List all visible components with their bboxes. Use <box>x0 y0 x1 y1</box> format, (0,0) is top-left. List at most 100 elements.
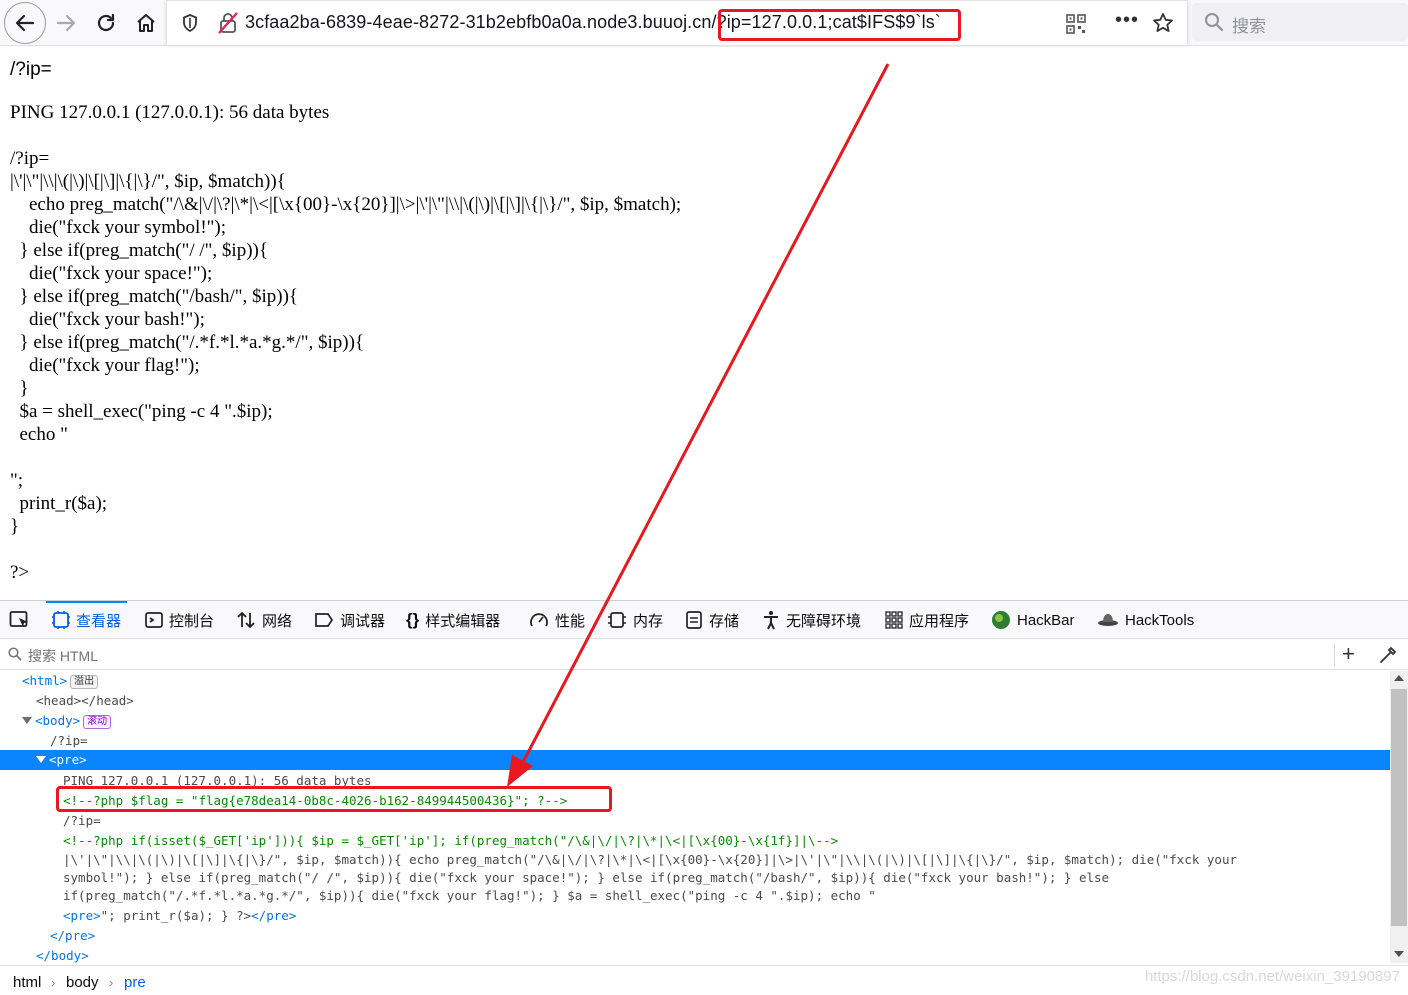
node-text-ip[interactable]: /?ip= <box>50 731 88 751</box>
node-code-line-1[interactable]: |\'|\"|\\|\(|\)|\[|\]|\{|\}/", $ip, $mat… <box>63 851 1237 869</box>
node-html[interactable]: <html> 溢出 <box>22 671 99 691</box>
add-node-button[interactable]: + <box>1342 641 1355 667</box>
markup-view: <html> 溢出 <head></head> <body> 滚动 /?ip= <p… <box>0 671 1390 963</box>
tab-memory-label: 内存 <box>633 612 664 630</box>
hackbar-icon <box>992 611 1010 629</box>
inner-pre-close-tag: </pre> <box>251 908 297 923</box>
arrow-left-icon <box>15 14 35 32</box>
tab-hacktools-label: HackTools <box>1125 611 1195 629</box>
pre-line: } else if(preg_match("/ /", $ip)){ <box>10 240 268 261</box>
url-highlight-box <box>718 9 961 41</box>
node-text-ip2[interactable]: /?ip= <box>63 811 101 831</box>
node-code-line-3[interactable]: if(preg_match("/.*f.*l.*a.*g.*/", $ip)){… <box>63 887 876 905</box>
insecure-lock-icon[interactable] <box>217 11 239 35</box>
reload-button[interactable] <box>86 3 126 43</box>
search-icon <box>8 647 22 661</box>
html-search-input[interactable]: 搜索 HTML <box>28 646 98 666</box>
pre-line: echo " <box>10 424 68 445</box>
text-node: if(preg_match("/.*f.*l.*a.*g.*/", $ip)){… <box>63 888 876 903</box>
hacktools-icon <box>1098 614 1118 626</box>
pre-line: } else if(preg_match("/.*f.*l.*a.*g.*/",… <box>10 332 365 353</box>
body-open-tag: <body> <box>35 713 81 728</box>
tab-style-editor-label: 样式编辑器 <box>425 612 501 630</box>
reload-icon <box>97 13 115 32</box>
pre-line: die("fxck your bash!"); <box>10 309 205 330</box>
home-button[interactable] <box>126 3 166 43</box>
inspector-icon <box>52 611 70 629</box>
scroll-badge[interactable]: 滚动 <box>83 715 112 729</box>
flag-highlight-box <box>56 786 612 812</box>
pre-line: /?ip= <box>10 148 50 169</box>
expand-arrow-icon[interactable] <box>36 756 46 763</box>
text-node: symbol!"); } else if(preg_match("/ /", $… <box>63 870 1110 885</box>
page-first-line: /?ip= <box>10 59 52 80</box>
debugger-icon <box>315 613 334 627</box>
scrollbar-thumb[interactable] <box>1391 689 1407 926</box>
url-bar[interactable]: 3cfaa2ba-6839-4eae-8272-31b2ebfb0a0a.nod… <box>166 0 1188 46</box>
network-icon <box>237 611 255 629</box>
breadcrumb-pre[interactable]: pre <box>124 974 146 991</box>
performance-icon <box>530 613 548 627</box>
node-pre-selected[interactable]: <pre> <box>0 750 1390 770</box>
page-content: /?ip= PING 127.0.0.1 (127.0.0.1): 56 dat… <box>0 47 1408 600</box>
inner-pre-open-tag: <pre> <box>63 908 101 923</box>
tab-hackbar[interactable]: HackBar <box>991 601 1075 639</box>
html-search-bar: 搜索 HTML + <box>0 640 1408 670</box>
element-picker-button[interactable] <box>9 601 31 639</box>
bookmark-star-icon[interactable] <box>1152 12 1174 34</box>
pre-line: "; <box>10 470 24 491</box>
tab-performance-label: 性能 <box>555 612 586 630</box>
tracking-shield-icon[interactable] <box>181 13 199 33</box>
node-code-line-2[interactable]: symbol!"); } else if(preg_match("/ /", $… <box>63 869 1109 887</box>
node-head[interactable]: <head></head> <box>36 691 134 711</box>
head-tag: <head></head> <box>36 693 134 708</box>
pre-line: die("fxck your symbol!"); <box>10 217 227 238</box>
text-node: "; print_r($a); } ?> <box>100 908 252 923</box>
tab-console-label: 控制台 <box>169 612 215 630</box>
plus-icon: + <box>1342 641 1355 666</box>
chevron-right-icon: › <box>51 975 56 990</box>
qr-code-icon[interactable] <box>1066 14 1086 34</box>
markup-scrollbar[interactable] <box>1390 671 1408 963</box>
search-icon <box>1205 13 1224 32</box>
tab-storage[interactable]: 存储 <box>685 601 739 639</box>
page-actions-menu-icon[interactable]: ••• <box>1115 9 1139 32</box>
eyedropper-icon[interactable] <box>1378 645 1398 665</box>
browser-search-box[interactable]: 搜索 <box>1192 3 1408 41</box>
page-output-pre: PING 127.0.0.1 (127.0.0.1): 56 data byte… <box>10 101 681 584</box>
tab-accessibility[interactable]: 无障碍环境 <box>762 601 861 639</box>
overflow-badge[interactable]: 溢出 <box>70 675 99 689</box>
breadcrumb-body[interactable]: body <box>66 974 99 991</box>
tab-inspector-label: 查看器 <box>76 612 122 630</box>
application-icon <box>885 611 903 629</box>
node-pre-close[interactable]: </pre> <box>50 926 95 946</box>
watermark: https://blog.csdn.net/weixin_39190897 <box>1144 968 1400 985</box>
back-button[interactable] <box>4 2 46 44</box>
scroll-up-arrow-icon[interactable] <box>1394 675 1404 681</box>
tab-inspector[interactable]: 查看器 <box>45 601 128 639</box>
chevron-right-icon: › <box>109 975 114 990</box>
expand-arrow-icon[interactable] <box>22 717 32 724</box>
tab-hacktools[interactable]: HackTools <box>1097 601 1194 639</box>
pre-line: ?> <box>10 562 30 583</box>
console-icon <box>145 612 163 628</box>
tab-memory[interactable]: 内存 <box>607 601 663 639</box>
accessibility-icon <box>764 611 778 630</box>
memory-icon <box>608 612 626 628</box>
php-comment: <!--?php if(isset($_GET['ip'])){ $ip = $… <box>63 833 839 848</box>
tab-debugger[interactable]: 调试器 <box>314 601 385 639</box>
tab-performance[interactable]: 性能 <box>529 601 585 639</box>
tab-network[interactable]: 网络 <box>236 601 292 639</box>
forward-button[interactable] <box>46 3 86 43</box>
node-code-line-4[interactable]: <pre>"; print_r($a); } ?></pre> <box>63 906 296 926</box>
node-body-close[interactable]: </body> <box>36 946 89 963</box>
node-body[interactable]: <body> 滚动 <box>22 711 112 731</box>
tab-style-editor[interactable]: {} 样式编辑器 <box>406 601 500 639</box>
pre-line: PING 127.0.0.1 (127.0.0.1): 56 data byte… <box>10 102 330 123</box>
breadcrumb-html[interactable]: html <box>13 974 41 991</box>
node-comment-2[interactable]: <!--?php if(isset($_GET['ip'])){ $ip = $… <box>63 831 838 851</box>
tab-console[interactable]: 控制台 <box>145 601 214 639</box>
scroll-down-arrow-icon[interactable] <box>1394 951 1404 957</box>
tab-application[interactable]: 应用程序 <box>885 601 969 639</box>
pre-line: $a = shell_exec("ping -c 4 ".$ip); <box>10 401 273 422</box>
